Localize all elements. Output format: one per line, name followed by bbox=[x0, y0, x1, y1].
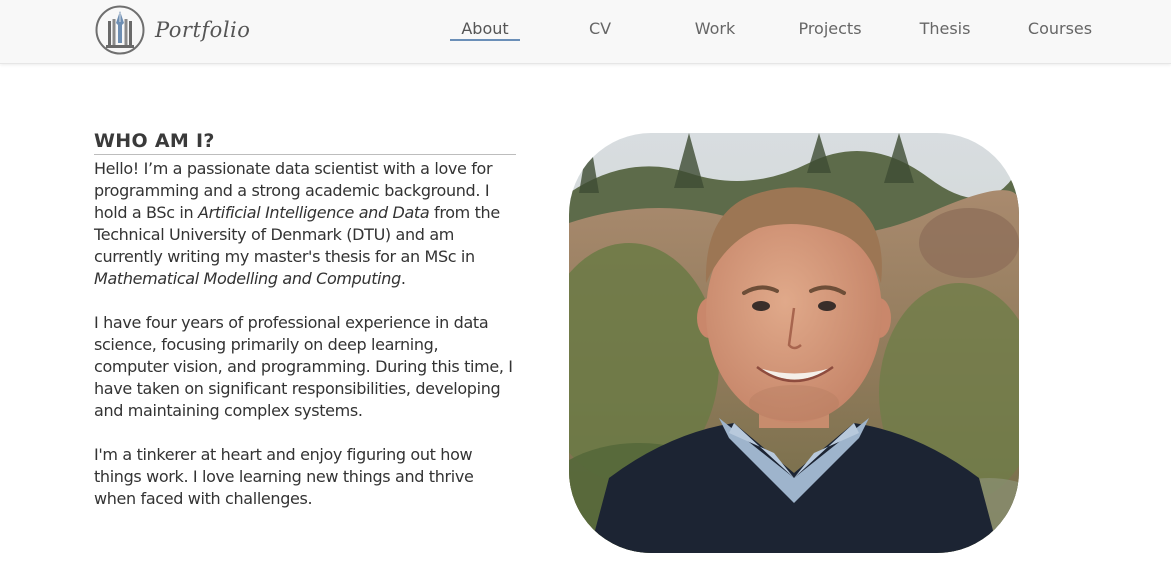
navbar: Portfolio About CV Work Projects Thesis … bbox=[0, 0, 1171, 64]
fountain-pen-logo-icon bbox=[95, 5, 145, 55]
nav-courses[interactable]: Courses bbox=[1025, 19, 1095, 39]
nav-cv[interactable]: CV bbox=[565, 19, 635, 39]
intro-paragraph: Hello! I’m a passionate data scientist w… bbox=[94, 158, 516, 290]
brand-text: Portfolio bbox=[155, 18, 251, 42]
section-heading: WHO AM I? bbox=[94, 128, 516, 155]
brand-home-link[interactable]: Portfolio bbox=[95, 4, 250, 56]
nav-about[interactable]: About bbox=[450, 19, 520, 41]
intro-text-part: . bbox=[400, 269, 406, 288]
msc-degree-name: Mathematical Modelling and Computing bbox=[94, 269, 401, 288]
portrait-illustration bbox=[569, 133, 1019, 553]
personality-paragraph: I'm a tinkerer at heart and enjoy figuri… bbox=[94, 445, 474, 508]
nav-projects[interactable]: Projects bbox=[795, 19, 865, 39]
bsc-degree-name: Artificial Intelligence and Data bbox=[198, 203, 430, 222]
experience-paragraph: I have four years of professional experi… bbox=[94, 313, 513, 420]
about-section: WHO AM I? Hello! I’m a passionate data s… bbox=[94, 128, 516, 510]
nav-thesis[interactable]: Thesis bbox=[910, 19, 980, 39]
nav-work[interactable]: Work bbox=[680, 19, 750, 39]
profile-photo bbox=[569, 133, 1019, 553]
